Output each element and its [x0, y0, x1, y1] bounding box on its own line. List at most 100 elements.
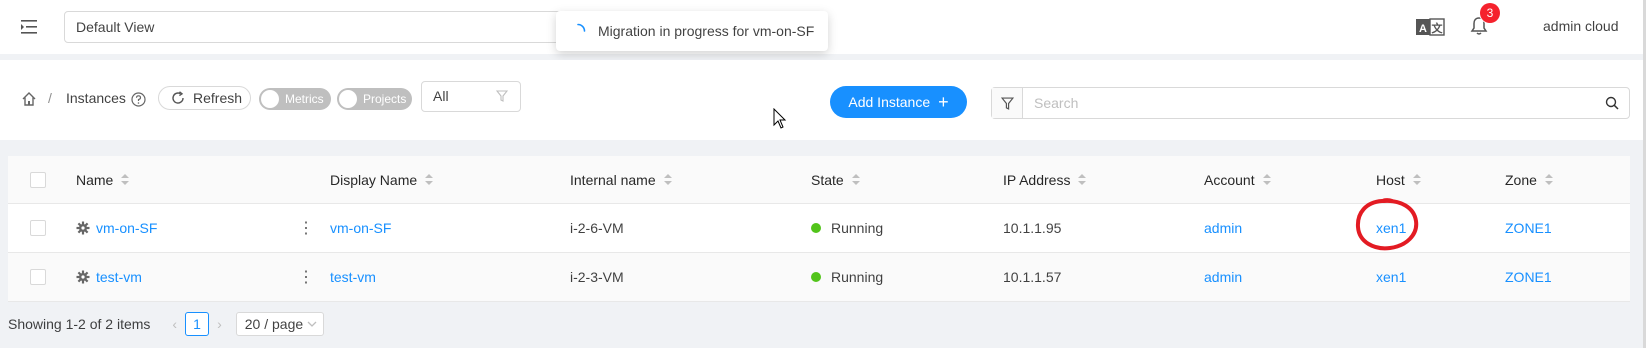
- sort-icon: [425, 173, 434, 186]
- col-ip-label: IP Address: [1003, 171, 1071, 188]
- page-size-select[interactable]: 20 / page: [235, 312, 325, 336]
- host-link[interactable]: xen1: [1376, 220, 1406, 236]
- internal-name: i-2-6-VM: [570, 220, 624, 236]
- filter-icon: [1000, 96, 1014, 110]
- plus-icon: +: [938, 92, 949, 112]
- state-text: Running: [831, 220, 884, 236]
- table-row[interactable]: test-vm ⋮ test-vm i-2-3-VM Running 10.1.…: [8, 253, 1630, 302]
- more-actions-icon[interactable]: ⋮: [298, 204, 314, 252]
- home-icon[interactable]: [21, 91, 37, 107]
- add-instance-button[interactable]: Add Instance +: [830, 86, 967, 118]
- sort-icon: [1544, 173, 1553, 186]
- svg-text:文: 文: [1432, 21, 1444, 35]
- status-dot: [811, 272, 821, 282]
- svg-text:A: A: [1419, 23, 1427, 35]
- reload-icon: [172, 91, 184, 104]
- row-checkbox[interactable]: [30, 220, 46, 236]
- instance-name-link[interactable]: vm-on-SF: [96, 220, 157, 236]
- zone-link[interactable]: ZONE1: [1505, 269, 1552, 285]
- sort-icon: [663, 173, 672, 186]
- migration-toast: Migration in progress for vm-on-SF: [556, 11, 828, 51]
- breadcrumb-instances: Instances: [66, 90, 126, 106]
- pagination-total: Showing 1-2 of 2 items: [8, 316, 151, 332]
- row-select-cell: [30, 204, 46, 252]
- col-account[interactable]: Account: [1204, 156, 1271, 203]
- page-1-button[interactable]: 1: [185, 312, 210, 336]
- more-actions-icon[interactable]: ⋮: [298, 253, 314, 301]
- sort-icon: [851, 173, 860, 186]
- display-name-link[interactable]: test-vm: [330, 269, 376, 285]
- sort-icon: [1412, 173, 1421, 186]
- name-cell: vm-on-SF: [76, 204, 157, 252]
- top-header: Default View Migration in progress for v…: [0, 0, 1646, 54]
- chevron-down-icon: [307, 321, 317, 327]
- col-display-name-label: Display Name: [330, 171, 418, 188]
- notification-badge: 3: [1480, 3, 1500, 23]
- row-checkbox[interactable]: [30, 269, 46, 285]
- search-filter-button[interactable]: [992, 88, 1023, 118]
- question-circle-icon[interactable]: [131, 92, 146, 107]
- instance-filter-select[interactable]: All: [421, 81, 521, 112]
- toggle-knob: [261, 90, 279, 108]
- projects-toggle[interactable]: Projects: [337, 88, 412, 110]
- user-menu[interactable]: admin cloud: [1543, 18, 1619, 34]
- col-state-label: State: [811, 171, 844, 188]
- display-name-link[interactable]: vm-on-SF: [330, 220, 391, 236]
- col-display-name[interactable]: Display Name: [330, 156, 434, 203]
- col-zone[interactable]: Zone: [1505, 156, 1553, 203]
- account-link[interactable]: admin: [1204, 269, 1242, 285]
- col-internal-name-label: Internal name: [570, 171, 656, 188]
- search-box: [991, 87, 1630, 119]
- name-cell: test-vm: [76, 253, 142, 301]
- search-input[interactable]: [1023, 88, 1595, 118]
- col-state[interactable]: State: [811, 156, 860, 203]
- translate-icon[interactable]: A 文: [1416, 18, 1446, 36]
- internal-name: i-2-3-VM: [570, 269, 624, 285]
- refresh-label: Refresh: [193, 90, 243, 106]
- row-select-cell: [30, 253, 46, 301]
- view-select[interactable]: Default View: [64, 11, 564, 43]
- instance-name-link[interactable]: test-vm: [96, 269, 142, 285]
- table-row[interactable]: vm-on-SF ⋮ vm-on-SF i-2-6-VM Running 10.…: [8, 204, 1630, 253]
- select-all-cell: [30, 156, 46, 203]
- search-button[interactable]: [1595, 88, 1629, 118]
- instances-table: Name Display Name Internal name State IP…: [8, 156, 1630, 302]
- host-link[interactable]: xen1: [1376, 269, 1406, 285]
- mouse-cursor-icon: [773, 108, 787, 129]
- state-cell: Running: [811, 204, 883, 252]
- refresh-button[interactable]: Refresh: [158, 86, 251, 110]
- col-host[interactable]: Host: [1376, 156, 1421, 203]
- zone-link[interactable]: ZONE1: [1505, 220, 1552, 236]
- col-name[interactable]: Name: [76, 156, 130, 203]
- ip-address: 10.1.1.95: [1003, 220, 1062, 236]
- state-text: Running: [831, 269, 884, 285]
- page-size-value: 20 / page: [244, 316, 304, 332]
- toggle-knob: [339, 90, 357, 108]
- table-header: Name Display Name Internal name State IP…: [8, 156, 1630, 204]
- select-all-checkbox[interactable]: [30, 171, 46, 188]
- projects-label: Projects: [363, 92, 407, 106]
- metrics-toggle[interactable]: Metrics: [259, 88, 331, 110]
- col-ip[interactable]: IP Address: [1003, 156, 1087, 203]
- state-cell: Running: [811, 253, 883, 301]
- breadcrumb-separator: /: [48, 90, 52, 106]
- filter-icon: [496, 90, 508, 102]
- col-name-label: Name: [76, 171, 114, 188]
- menu-fold-icon[interactable]: [19, 17, 39, 37]
- pagination: Showing 1-2 of 2 items ‹ 1 › 20 / page: [8, 312, 325, 336]
- gear-icon: [76, 270, 90, 284]
- search-icon: [1605, 96, 1619, 110]
- status-dot: [811, 223, 821, 233]
- col-internal-name[interactable]: Internal name: [570, 156, 672, 203]
- filter-value: All: [433, 88, 449, 104]
- next-page-icon[interactable]: ›: [217, 316, 222, 332]
- prev-page-icon[interactable]: ‹: [172, 316, 177, 332]
- loading-spinner-icon: [577, 23, 586, 32]
- col-zone-label: Zone: [1505, 171, 1537, 188]
- sort-icon: [121, 173, 130, 186]
- account-link[interactable]: admin: [1204, 220, 1242, 236]
- ip-address: 10.1.1.57: [1003, 269, 1062, 285]
- add-instance-label: Add Instance: [848, 94, 931, 110]
- col-host-label: Host: [1376, 171, 1405, 188]
- sort-icon: [1262, 173, 1271, 186]
